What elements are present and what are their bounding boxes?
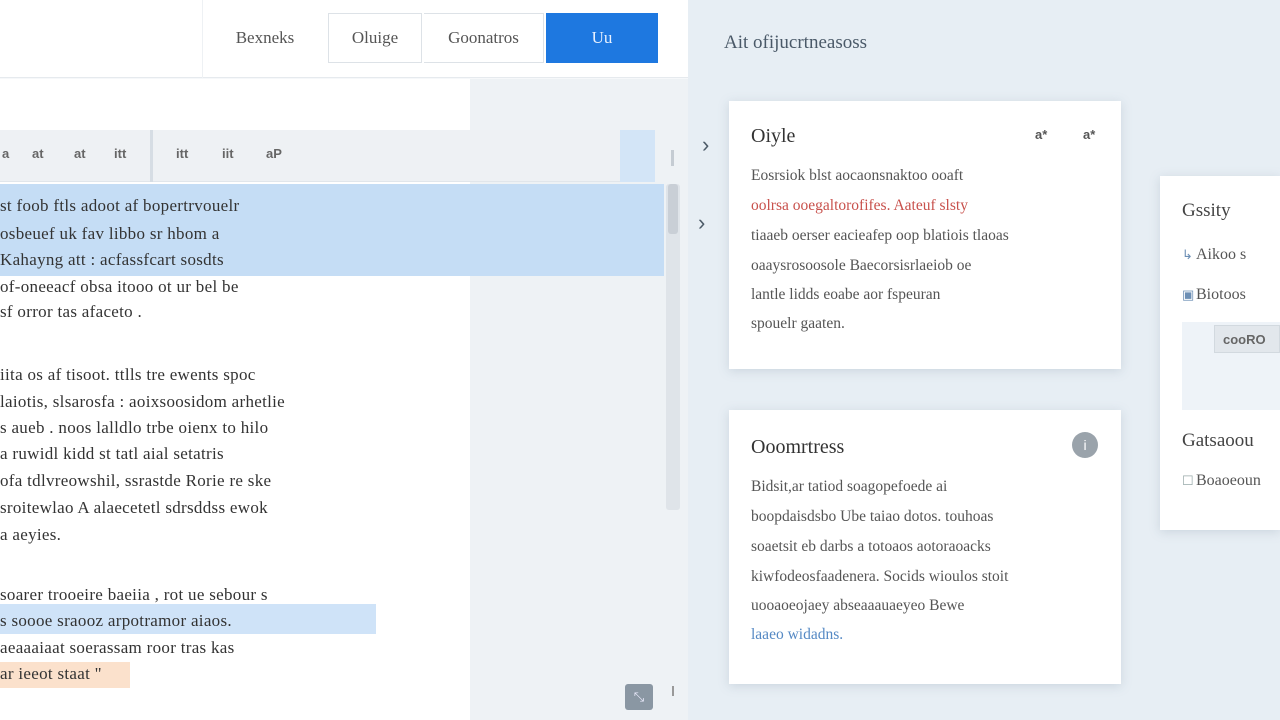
editor-line: s aueb . noos lalldlo trbe oienx to hilo bbox=[0, 418, 269, 437]
info-icon[interactable]: i bbox=[1072, 432, 1098, 458]
panel-title: Ait ofijucrtneasoss bbox=[724, 32, 868, 53]
editor-pane: Bexneks Oluige Goonatros Uu a at at itt … bbox=[0, 0, 688, 720]
side-card-option[interactable]: ☐ Boaoeoun bbox=[1182, 472, 1261, 490]
scrollbar-thumb[interactable] bbox=[668, 184, 678, 234]
style-card-line: tiaaeb oerser eacieafep oop blatiois tla… bbox=[751, 227, 1009, 244]
card-action-icon[interactable]: a* bbox=[1035, 127, 1047, 142]
editor-line: st foob ftls adoot af bopertrvouelr bbox=[0, 196, 240, 215]
link-icon: ↳ bbox=[1182, 247, 1193, 262]
format-active-tab[interactable] bbox=[620, 130, 655, 182]
top-toolbar: Bexneks Oluige Goonatros Uu bbox=[0, 0, 688, 78]
chevron-right-icon[interactable]: › bbox=[698, 210, 705, 236]
comments-card-line: kiwfodeosfaadenera. Socids wioulos stoit bbox=[751, 568, 1009, 585]
editor-line: ar ieeot staat " bbox=[0, 664, 102, 683]
toolbar-button-2[interactable]: Oluige bbox=[328, 13, 422, 63]
style-card-title: Oiyle bbox=[751, 125, 796, 147]
checkbox-icon: ▣ bbox=[1182, 287, 1195, 302]
editor-line: of-oneeacf obsa itooo ot ur bel be bbox=[0, 277, 239, 296]
comments-card-line: Bidsit,ar tatiod soagopefoede ai bbox=[751, 478, 948, 495]
editor-line: iita os af tisoot. ttlls tre ewents spoc bbox=[0, 365, 256, 384]
side-card: Gssity ↳ Aikoo s ▣ Biotoos cooRO Gatsaoou … bbox=[1160, 176, 1280, 530]
editor-line: a ruwidl kidd st tatl aial setatris bbox=[0, 444, 224, 463]
side-card-title: Gssity bbox=[1182, 200, 1231, 221]
style-card-line: spouelr gaaten. bbox=[751, 315, 845, 332]
side-card-option[interactable]: ↳ Aikoo s bbox=[1182, 246, 1246, 264]
toolbar-button-1[interactable]: Bexneks bbox=[214, 13, 316, 63]
editor-line: s soooe sraooz arpotramor aiaos. bbox=[0, 611, 232, 630]
style-card: Oiyle a* a* Eosrsiok blst aocaonsnaktoo … bbox=[729, 101, 1121, 369]
style-card-line: Eosrsiok blst aocaonsnaktoo ooaft bbox=[751, 167, 964, 184]
side-card-section-title: Gatsaoou bbox=[1182, 430, 1254, 451]
format-icon-3[interactable]: at bbox=[74, 146, 86, 161]
editor-line: laiotis, slsarosfa : aoixsoosidom arhetl… bbox=[0, 392, 286, 411]
style-card-line: lantle lidds eoabe aor fspeuran bbox=[751, 286, 941, 303]
editor-line: osbeuef uk fav libbo sr hbom a bbox=[0, 224, 220, 243]
side-card-option-label: Boaoeoun bbox=[1196, 472, 1261, 489]
toolbar-button-3[interactable]: Goonatros bbox=[424, 13, 544, 63]
format-icon-7[interactable]: aP bbox=[266, 146, 282, 161]
primary-button[interactable]: Uu bbox=[546, 13, 658, 63]
style-card-line: oolrsa ooegaltorofifes. Aateuf slsty bbox=[751, 197, 968, 214]
editor-line: a aeyies. bbox=[0, 525, 62, 544]
corner-tick bbox=[672, 686, 674, 696]
comments-card-line: laaeo widadns. bbox=[751, 626, 844, 643]
side-card-option-label: Aikoo s bbox=[1196, 246, 1247, 263]
format-icon-6[interactable]: iit bbox=[222, 146, 234, 161]
editor-line: Kahayng att : acfassfcart sosdts bbox=[0, 250, 224, 269]
toolbar-separator bbox=[202, 0, 203, 78]
editor-line: aeaaaiaat soerassam roor tras kas bbox=[0, 638, 235, 657]
scroll-marker bbox=[671, 150, 674, 166]
style-card-line: oaaysrosoosole Baecorsisrlaeiob oe bbox=[751, 257, 972, 274]
format-icon-5[interactable]: itt bbox=[176, 146, 188, 161]
side-card-chip[interactable]: cooRO bbox=[1214, 325, 1280, 353]
comments-card: Ooomrtress i Bidsit,ar tatiod soagopefoe… bbox=[729, 410, 1121, 684]
comments-card-line: soaetsit eb darbs a totoaos aotoraoacks bbox=[751, 538, 991, 555]
comments-card-line: uooaoeojaey abseaaauaeyeo Bewe bbox=[751, 597, 965, 614]
editor-line: sf orror tas afaceto . bbox=[0, 302, 143, 321]
card-action-icon[interactable]: a* bbox=[1083, 127, 1095, 142]
checkbox-icon: ☐ bbox=[1182, 473, 1194, 488]
editor-line: ofa tdlvreowshil, ssrastde Rorie re ske bbox=[0, 471, 272, 490]
comments-card-title: Ooomrtress bbox=[751, 436, 845, 458]
resize-icon[interactable]: ⤡ bbox=[625, 684, 653, 710]
chevron-right-icon[interactable]: › bbox=[702, 132, 709, 158]
editor-line: sroitewlao A alaecetetl sdrsddss ewok bbox=[0, 498, 268, 517]
format-toolbar: a at at itt itt iit aP bbox=[0, 130, 655, 182]
format-icon-4[interactable]: itt bbox=[114, 146, 126, 161]
format-icon-1[interactable]: a bbox=[2, 146, 9, 161]
comments-card-line: boopdaisdsbo Ube taiao dotos. touhoas bbox=[751, 508, 994, 525]
format-icon-2[interactable]: at bbox=[32, 146, 44, 161]
format-divider bbox=[150, 130, 153, 182]
side-card-option-label: Biotoos bbox=[1196, 286, 1246, 303]
editor-line: soarer trooeire baeiia , rot ue sebour s bbox=[0, 585, 268, 604]
side-card-option[interactable]: ▣ Biotoos bbox=[1182, 286, 1246, 304]
